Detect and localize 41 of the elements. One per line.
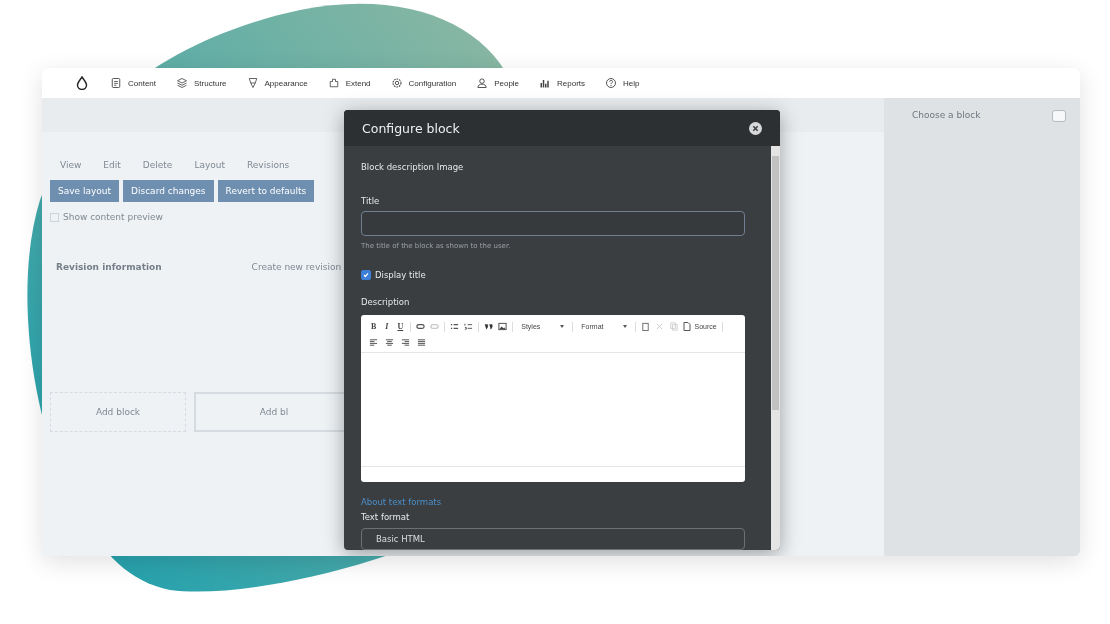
nav-item[interactable]: Extend bbox=[327, 77, 371, 89]
align-right-icon[interactable] bbox=[401, 338, 410, 347]
justify-icon[interactable] bbox=[417, 338, 426, 347]
format-button[interactable]: U bbox=[395, 322, 406, 331]
clipboard-icon[interactable] bbox=[641, 322, 651, 331]
format-button[interactable]: B bbox=[369, 322, 379, 331]
text-format-label: Text format bbox=[361, 512, 411, 522]
align-left-icon[interactable] bbox=[369, 338, 378, 347]
sidebar-title: Choose a block bbox=[911, 110, 981, 120]
format-button[interactable]: I bbox=[383, 322, 391, 331]
align-center-icon[interactable] bbox=[385, 338, 394, 347]
title-input[interactable] bbox=[361, 211, 745, 236]
block-description: Block description Image bbox=[361, 162, 465, 172]
caret-icon bbox=[623, 325, 628, 328]
text-format-select[interactable]: Basic HTML bbox=[361, 528, 745, 550]
dialog-title: Configure block bbox=[362, 120, 460, 136]
nav-item[interactable]: People bbox=[476, 77, 520, 89]
display-title-label: Display title bbox=[375, 270, 426, 280]
nav-item[interactable]: Reports bbox=[539, 77, 586, 89]
revision-heading: Revision information bbox=[56, 262, 162, 272]
quote-icon[interactable] bbox=[484, 322, 494, 331]
nav-item[interactable]: Help bbox=[605, 77, 640, 89]
bullet-list-icon[interactable] bbox=[450, 322, 460, 331]
title-label: Title bbox=[361, 196, 381, 206]
link-icon[interactable] bbox=[416, 322, 426, 331]
document-icon bbox=[683, 322, 692, 331]
nav-item[interactable]: Configuration bbox=[390, 77, 457, 89]
display-title-checkbox[interactable] bbox=[361, 270, 371, 280]
scrollbar-thumb[interactable] bbox=[772, 156, 779, 410]
numbered-list-icon[interactable] bbox=[464, 322, 474, 331]
caret-icon bbox=[560, 325, 565, 328]
image-icon[interactable] bbox=[498, 322, 508, 331]
close-icon[interactable] bbox=[749, 121, 762, 135]
nav-item[interactable]: Content bbox=[110, 77, 157, 89]
description-label: Description bbox=[361, 297, 411, 307]
revision-checkbox-label: Create new revision bbox=[251, 262, 342, 272]
preview-label: Show content preview bbox=[63, 212, 163, 222]
nav-item[interactable]: Structure bbox=[176, 77, 227, 89]
nav-item[interactable]: Appearance bbox=[246, 77, 308, 89]
drop-logo-icon[interactable] bbox=[76, 76, 88, 90]
preview-checkbox[interactable] bbox=[50, 212, 59, 222]
